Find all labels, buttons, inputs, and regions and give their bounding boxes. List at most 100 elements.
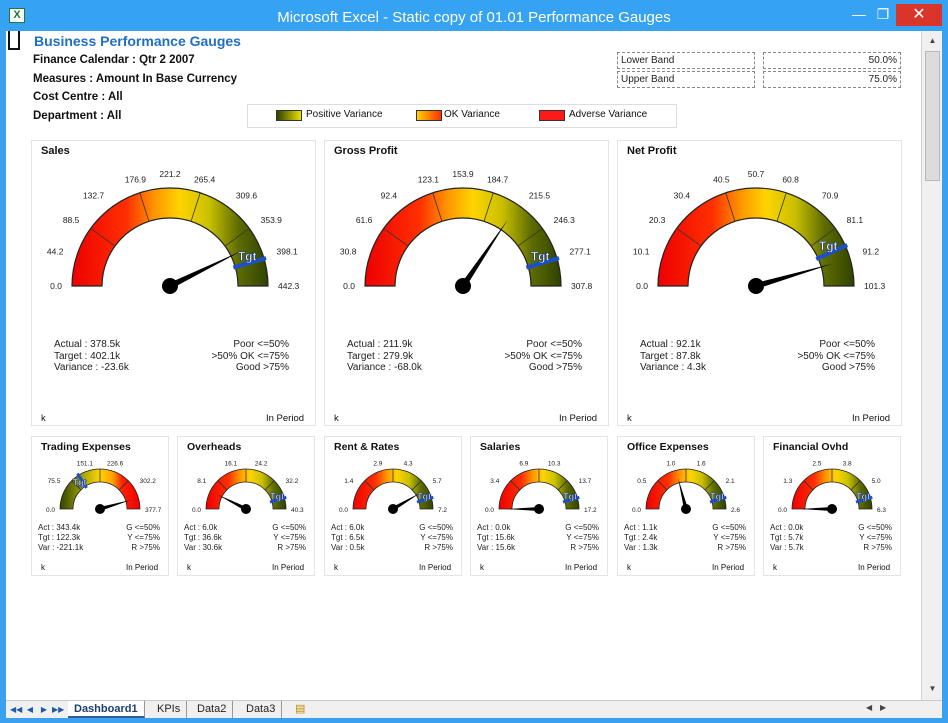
tick-label: 226.6 xyxy=(107,460,124,467)
scroll-up-icon[interactable]: ▲ xyxy=(925,33,940,49)
stat-line: Target : 87.8k xyxy=(640,350,701,362)
lower-band-value[interactable]: 50.0% xyxy=(763,52,901,69)
period-label: In Period xyxy=(858,563,891,572)
lower-band-label[interactable]: Lower Band xyxy=(617,52,755,69)
worksheet[interactable]: Business Performance Gauges Finance Cale… xyxy=(6,31,921,700)
vertical-scrollbar[interactable]: ▲ ▼ xyxy=(921,31,942,700)
stat-line: Actual : 211.9k xyxy=(347,339,413,350)
tick-label: 221.2 xyxy=(159,169,181,179)
stat-line: R >75% xyxy=(863,543,892,552)
tick-label: 70.9 xyxy=(822,190,839,200)
tick-label: 32.2 xyxy=(286,478,299,485)
target-label: Tgt xyxy=(819,239,838,253)
last-sheet-icon[interactable]: ▶▶ xyxy=(52,702,64,717)
tick-label: 5.0 xyxy=(872,478,881,485)
tick-label: 13.7 xyxy=(579,478,592,485)
stat-line: Actual : 92.1k xyxy=(640,339,701,350)
tick-label: 91.2 xyxy=(863,246,880,256)
tick-label: 353.9 xyxy=(261,215,283,225)
upper-band-label[interactable]: Upper Band xyxy=(617,71,755,88)
legend-label-ok: OK Variance xyxy=(444,109,500,120)
tab-data2[interactable]: Data2 xyxy=(191,701,234,718)
tick-label: 442.3 xyxy=(278,281,300,291)
stat-line: >50% OK <=75% xyxy=(211,350,289,362)
stat-line: Actual : 378.5k xyxy=(54,339,121,350)
tick-label: 132.7 xyxy=(83,190,105,200)
tick-label: 2.9 xyxy=(373,460,382,467)
tick-label: 10.1 xyxy=(633,246,650,256)
stat-line: G <=50% xyxy=(419,523,453,532)
tick-label: 92.4 xyxy=(381,190,398,200)
cell-cursor[interactable] xyxy=(8,31,20,50)
stat-line: Tgt : 15.6k xyxy=(477,533,515,542)
meta-finance-calendar: Finance Calendar : Qtr 2 2007 xyxy=(33,54,195,66)
tick-label: 2.5 xyxy=(812,460,821,467)
period-label: In Period xyxy=(272,563,305,572)
tab-dashboard1[interactable]: Dashboard1 xyxy=(68,701,145,718)
tick-label: 0.0 xyxy=(636,281,648,291)
target-label: Tgt xyxy=(417,492,431,502)
gauge-chart: Tgt 3.4 6.9 10.3 13.7 17.2 0.0 xyxy=(485,460,597,514)
tick-label: 377.7 xyxy=(145,507,162,514)
tick-label: 2.6 xyxy=(731,507,740,514)
tick-label: 40.3 xyxy=(291,507,304,514)
stats-right: G <=50% Y <=75% R >75% xyxy=(700,523,746,553)
tick-label: 246.3 xyxy=(554,215,576,225)
legend-label-adverse: Adverse Variance xyxy=(569,109,648,120)
stat-line: Variance : 4.3k xyxy=(640,362,706,373)
stat-line: Act : 343.4k xyxy=(38,523,81,532)
upper-band-value[interactable]: 75.0% xyxy=(763,71,901,88)
legend-swatch-adverse xyxy=(539,110,565,121)
stats-right: Poor <=50% >50% OK <=75% Good >75% xyxy=(497,339,582,374)
stats-left: Act : 0.0k Tgt : 5.7k Var : 5.7k xyxy=(770,523,804,553)
restore-icon[interactable]: ❐ xyxy=(870,6,896,24)
stats-left: Act : 1.1k Tgt : 2.4k Var : 1.3k xyxy=(624,523,658,553)
insert-sheet-icon[interactable]: ▤ xyxy=(289,701,311,718)
gauge-chart: Tgt 0.5 1.0 1.6 2.1 2.6 0.0 xyxy=(632,460,740,514)
horizontal-scrollbar[interactable]: ◀ ▶ xyxy=(436,701,936,718)
tick-label: 6.9 xyxy=(519,460,528,467)
needle-hub xyxy=(95,504,105,514)
legend: Positive Variance OK Variance Adverse Va… xyxy=(247,104,677,128)
tick-label: 5.7 xyxy=(433,478,442,485)
stat-line: R >75% xyxy=(570,543,599,552)
gauge-panel-large: Sales Tgt 0.0 44.2 88.5 132.7 176.9 221.2 265.4 3… xyxy=(31,140,316,426)
target-label: Tgt xyxy=(856,492,870,502)
tick-label: 184.7 xyxy=(487,174,509,184)
stat-line: Good >75% xyxy=(528,362,582,373)
stat-line: Variance : -68.0k xyxy=(347,362,422,373)
stat-line: Y <=75% xyxy=(859,533,892,542)
tick-label: 309.6 xyxy=(236,190,258,200)
scroll-down-icon[interactable]: ▼ xyxy=(925,681,940,697)
stat-line: Poor <=50% xyxy=(819,339,875,350)
tick-label: 20.3 xyxy=(649,215,666,225)
window-title: Microsoft Excel - Static copy of 01.01 P… xyxy=(277,9,671,26)
tick-label: 88.5 xyxy=(63,215,80,225)
stat-line: Tgt : 36.6k xyxy=(184,533,222,542)
stat-line: G <=50% xyxy=(858,523,892,532)
scroll-right-icon[interactable]: ▶ xyxy=(880,703,892,716)
stats-right: G <=50% Y <=75% R >75% xyxy=(260,523,306,553)
next-sheet-icon[interactable]: ▶ xyxy=(38,702,50,717)
stats-left: Actual : 378.5k Target : 402.1k Variance :… xyxy=(54,339,129,374)
prev-sheet-icon[interactable]: ◀ xyxy=(24,702,36,717)
tab-kpis[interactable]: KPIs xyxy=(151,701,188,718)
scroll-thumb[interactable] xyxy=(925,51,940,181)
tick-label: 0.0 xyxy=(192,507,201,514)
tick-label: 123.1 xyxy=(418,174,440,184)
gauge-chart: Tgt 0.0 44.2 88.5 132.7 176.9 221.2 265.4 309.6 3… xyxy=(47,169,300,294)
first-sheet-icon[interactable]: ◀◀ xyxy=(10,702,22,717)
needle-hub xyxy=(455,278,471,294)
scroll-left-icon[interactable]: ◀ xyxy=(866,703,878,716)
gauge-title: Gross Profit xyxy=(334,145,398,157)
tick-label: 8.1 xyxy=(197,478,206,485)
close-icon[interactable]: ✕ xyxy=(896,4,942,26)
stats-right: Poor <=50% >50% OK <=75% Good >75% xyxy=(790,339,875,374)
tick-label: 4.3 xyxy=(404,460,413,467)
stat-line: Act : 6.0k xyxy=(184,523,218,532)
tick-label: 30.8 xyxy=(340,246,357,256)
legend-swatch-positive xyxy=(276,110,302,121)
tab-data3[interactable]: Data3 xyxy=(240,701,283,718)
minimize-icon[interactable]: — xyxy=(846,6,872,24)
excel-window: X Microsoft Excel - Static copy of 01.01… xyxy=(0,0,948,723)
